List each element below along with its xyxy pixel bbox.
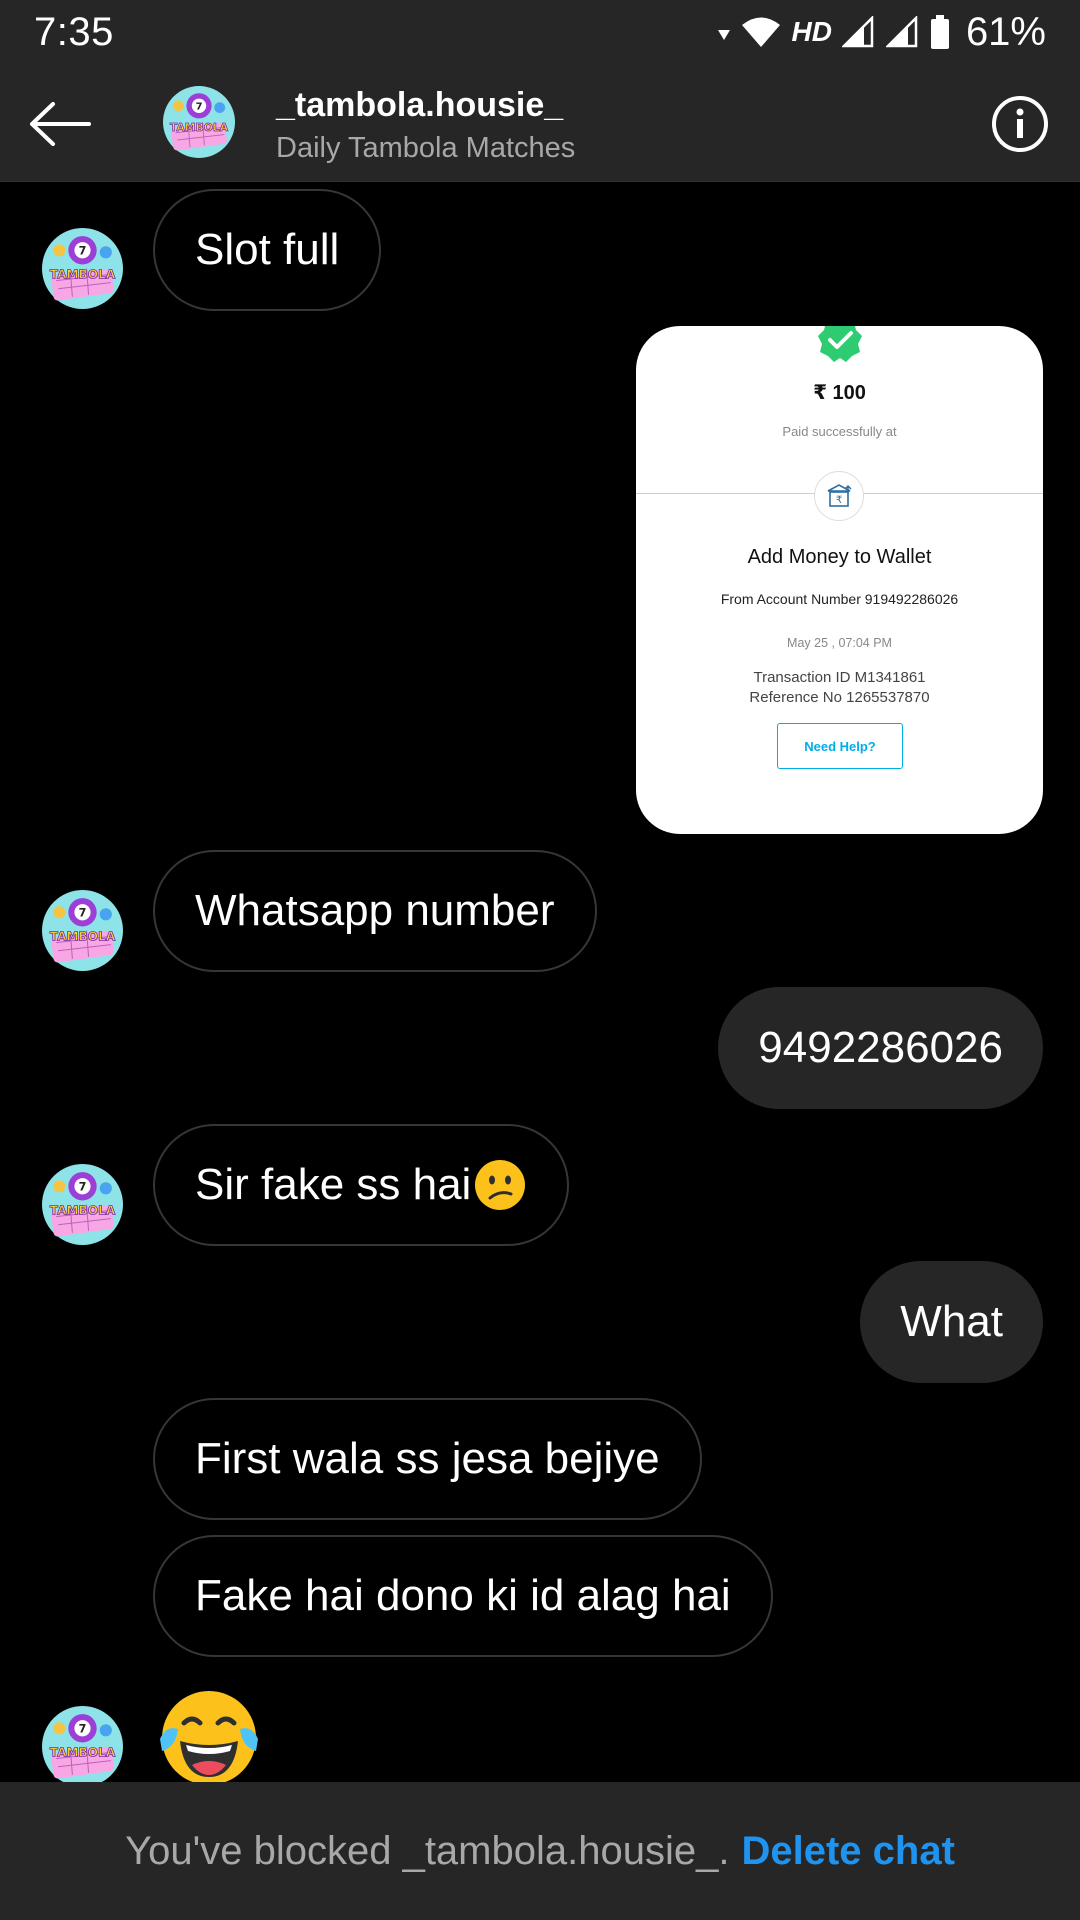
chat-subtitle: Daily Tambola Matches: [276, 132, 576, 164]
status-bar: 7:35 HD 61%: [0, 0, 1080, 64]
header-avatar[interactable]: [163, 86, 235, 158]
receipt-reference: Reference No 1265537870: [749, 689, 930, 706]
receipt-amount: ₹ 100: [813, 382, 866, 404]
bank-icon: ₹: [814, 471, 864, 521]
blocked-text: You've blocked _tambola.housie_.: [125, 1828, 730, 1873]
status-time: 7:35: [34, 9, 114, 54]
avatar[interactable]: [42, 228, 123, 309]
need-help-button[interactable]: Need Help?: [777, 723, 903, 769]
avatar[interactable]: [42, 1706, 123, 1787]
receipt-date: May 25 , 07:04 PM: [787, 636, 892, 650]
message-text: Fake hai dono ki id alag hai: [195, 1571, 731, 1620]
back-arrow-icon: [30, 102, 91, 146]
message-text: Slot full: [195, 225, 340, 274]
message-text: Whatsapp number: [195, 886, 555, 935]
back-button[interactable]: [28, 94, 92, 154]
info-button[interactable]: [990, 94, 1050, 154]
receipt-account: From Account Number 919492286026: [720, 591, 959, 607]
message-text: Sir fake ss hai: [195, 1160, 472, 1209]
message-text: First wala ss jesa bejiye: [195, 1434, 660, 1483]
avatar[interactable]: [42, 890, 123, 971]
message-bubble[interactable]: Sir fake ss hai: [153, 1124, 570, 1246]
chat-header: _tambola.housie_ Daily Tambola Matches: [0, 64, 1080, 182]
payment-screenshot[interactable]: ₹ 100 Paid successfully at ₹ Add Money t…: [636, 326, 1043, 834]
sent-message-bubble[interactable]: What: [860, 1261, 1043, 1383]
face-with-tears-of-joy-icon[interactable]: [156, 1685, 262, 1791]
message-bubble[interactable]: Fake hai dono ki id alag hai: [153, 1535, 773, 1657]
avatar[interactable]: [42, 1164, 123, 1245]
chat-screen: 7:35 HD 61% _tambola.housie_ Daily Tambo…: [0, 0, 1080, 1920]
message-bubble[interactable]: Whatsapp number: [153, 850, 597, 972]
hd-label: HD: [791, 16, 832, 47]
message-bubble[interactable]: First wala ss jesa bejiye: [153, 1398, 702, 1520]
success-check-icon: [818, 326, 862, 362]
status-icons: HD 61%: [717, 10, 1046, 55]
receipt-paid-text: Paid successfully at: [782, 424, 897, 439]
receipt-title: Add Money to Wallet: [747, 546, 932, 568]
sent-message-bubble[interactable]: 9492286026: [718, 987, 1043, 1109]
message-bubble[interactable]: Slot full: [153, 189, 382, 311]
battery-icon: [930, 15, 949, 49]
svg-text:₹: ₹: [836, 495, 842, 506]
signal-icon: [841, 16, 874, 48]
info-icon: [992, 96, 1048, 152]
chat-username[interactable]: _tambola.housie_: [276, 86, 563, 125]
confused-face-icon: [475, 1160, 526, 1210]
message-text: 9492286026: [758, 1023, 1003, 1072]
blocked-footer: You've blocked _tambola.housie_. Delete …: [0, 1782, 1080, 1920]
receipt-transaction-id: Transaction ID M1341861: [753, 669, 926, 686]
delete-chat-link[interactable]: Delete chat: [741, 1829, 954, 1874]
battery-percentage: 61%: [965, 9, 1046, 54]
data-arrows-icon: [718, 30, 731, 40]
wifi-icon: [742, 17, 781, 47]
message-text: What: [900, 1297, 1003, 1346]
signal-icon-2: [885, 16, 918, 48]
